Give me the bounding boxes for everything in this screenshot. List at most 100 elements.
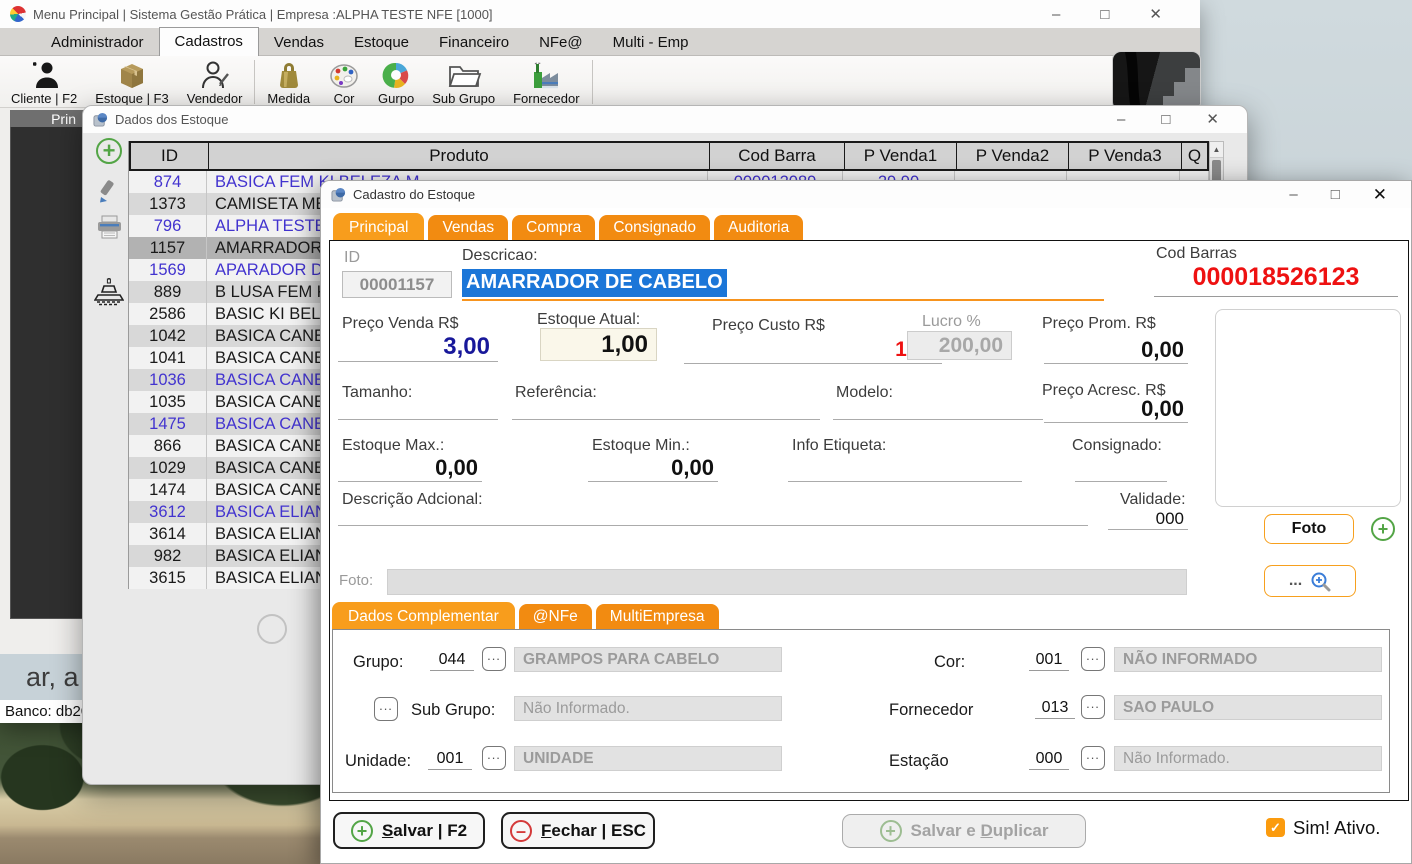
consignado-field[interactable] [1075,481,1167,482]
add-photo-button[interactable]: + [1371,517,1395,541]
add-client-icon [28,60,60,90]
preco-prom-field[interactable]: 0,00 [1044,337,1184,363]
menu-item[interactable]: Estoque [339,30,424,55]
cadastro-window-title: Cadastro do Estoque [353,187,475,202]
toolbar-gurpo-button[interactable]: Gurpo [369,57,423,107]
column-header-id[interactable]: ID [131,143,209,169]
scroll-up-icon[interactable]: ▲ [1210,142,1223,158]
menu-item[interactable]: NFe@ [524,30,598,55]
validade-field[interactable]: 000 [1108,509,1184,529]
cadastro-tabs: Principal Vendas Compra Consignado Audit… [333,213,803,242]
fornecedor-code-field[interactable]: 013 [1035,699,1075,719]
column-header-produto[interactable]: Produto [209,143,710,169]
sub-tab[interactable]: @NFe [519,604,592,631]
info-etiqueta-field[interactable] [788,481,1022,482]
barcode-scanner-icon[interactable] [94,278,124,306]
column-header-pvenda3[interactable]: P Venda3 [1069,143,1182,169]
browse-photo-button[interactable]: ... [1264,565,1356,597]
descricao-selected-text: AMARRADOR DE CABELO [462,269,727,297]
donut-chart-icon [380,60,412,90]
close-icon[interactable]: ✕ [1206,112,1219,127]
descricao-field[interactable]: AMARRADOR DE CABELO [462,269,1104,301]
grupo-code-field[interactable]: 044 [430,651,474,671]
cell-id: 1474 [129,479,207,501]
sub-tab[interactable]: Dados Complementar [332,602,515,631]
preco-acresc-field[interactable]: 0,00 [1044,396,1184,422]
toolbar-fornecedor-button[interactable]: Fornecedor [504,57,588,107]
modelo-field[interactable] [833,419,1043,420]
cell-id: 1035 [129,391,207,413]
estoque-atual-field[interactable]: 1,00 [540,328,657,361]
column-header-pvenda1[interactable]: P Venda1 [845,143,957,169]
foto-button[interactable]: Foto [1264,514,1354,544]
fechar-button[interactable]: – Fechar | ESC [501,812,655,849]
minimize-icon[interactable]: – [1289,187,1297,202]
preco-custo-field[interactable]: 1,00 [684,338,936,362]
toolbar-vendedor-button[interactable]: Vendedor [178,57,252,107]
sub-tab[interactable]: MultiEmpresa [596,604,719,631]
maximize-icon[interactable]: □ [1100,7,1109,22]
tab[interactable]: Auditoria [714,215,803,242]
estoque-max-field[interactable]: 0,00 [338,455,478,481]
estacao-code-field[interactable]: 000 [1029,750,1069,770]
tab[interactable]: Principal [333,213,424,242]
salvar-duplicar-button: + Salvar e Duplicar [842,814,1086,848]
fornecedor-lookup-button[interactable]: ... [1081,695,1105,719]
menu-item[interactable]: Financeiro [424,30,524,55]
fechar-label: Fechar | ESC [541,821,646,841]
estacao-lookup-button[interactable]: ... [1081,746,1105,770]
salvar-button[interactable]: + Salvar | F2 [333,812,485,849]
toolbar-estoque-button[interactable]: Estoque | F3 [86,57,177,107]
subgrupo-lookup-button[interactable]: ... [374,697,398,721]
toolbar-cor-button[interactable]: Cor [319,57,369,107]
column-header-codbarra[interactable]: Cod Barra [710,143,845,169]
validade-label: Validade: [1120,491,1186,509]
referencia-field[interactable] [512,419,820,420]
preco-venda-label: Preço Venda R$ [342,315,459,333]
tamanho-field[interactable] [338,419,498,420]
close-icon[interactable]: ✕ [1373,186,1387,203]
menu-item-label: Estoque [354,34,409,51]
toolbar-subgrupo-button[interactable]: Sub Grupo [423,57,504,107]
grupo-lookup-button[interactable]: ... [482,647,506,671]
column-header-q[interactable]: Q [1182,143,1207,169]
column-header-pvenda2[interactable]: P Venda2 [957,143,1069,169]
toolbar-cliente-button[interactable]: Cliente | F2 [2,57,86,107]
menu-item[interactable]: Vendas [259,30,339,55]
foto-path-field[interactable] [387,569,1187,595]
maximize-icon[interactable]: □ [1161,112,1170,127]
unidade-code-field[interactable]: 001 [428,750,472,770]
ativo-checkbox[interactable]: ✓ [1266,818,1285,837]
menu-item[interactable]: Administrador [36,30,159,55]
product-photo-thumbnail[interactable] [1113,52,1200,110]
minimize-icon[interactable]: – [1117,112,1125,127]
print-icon[interactable] [96,214,123,240]
add-record-button[interactable]: + [96,138,122,164]
cor-lookup-button[interactable]: ... [1081,647,1105,671]
side-tab-principal[interactable]: Prin [10,110,85,127]
cell-id: 2586 [129,303,207,325]
desktop: Menu Principal | Sistema Gestão Prática … [0,0,1412,864]
tab-label: Compra [526,219,581,236]
tab[interactable]: Vendas [428,215,508,242]
cell-id: 982 [129,545,207,567]
preco-venda-field[interactable]: 3,00 [338,333,490,361]
descricao-adcional-field[interactable] [338,525,1088,526]
menu-item[interactable]: Cadastros [159,27,259,56]
minimize-icon[interactable]: – [1052,7,1060,22]
estacao-label: Estação [889,752,949,771]
tab[interactable]: Compra [512,215,595,242]
unidade-lookup-button[interactable]: ... [482,746,506,770]
tab[interactable]: Consignado [599,215,710,242]
edit-pencil-icon[interactable] [96,178,122,204]
menu-item[interactable]: Multi - Emp [598,30,704,55]
toolbar-medida-button[interactable]: Medida [258,57,319,107]
maximize-icon[interactable]: □ [1331,187,1340,202]
tamanho-label: Tamanho: [342,384,412,402]
estoque-min-field[interactable]: 0,00 [588,455,714,481]
close-icon[interactable]: ✕ [1149,7,1162,22]
cod-barras-field[interactable]: 000018526123 [1154,263,1398,297]
cell-id: 1029 [129,457,207,479]
cor-code-field[interactable]: 001 [1029,651,1069,671]
menu-item-label: Administrador [51,34,144,51]
